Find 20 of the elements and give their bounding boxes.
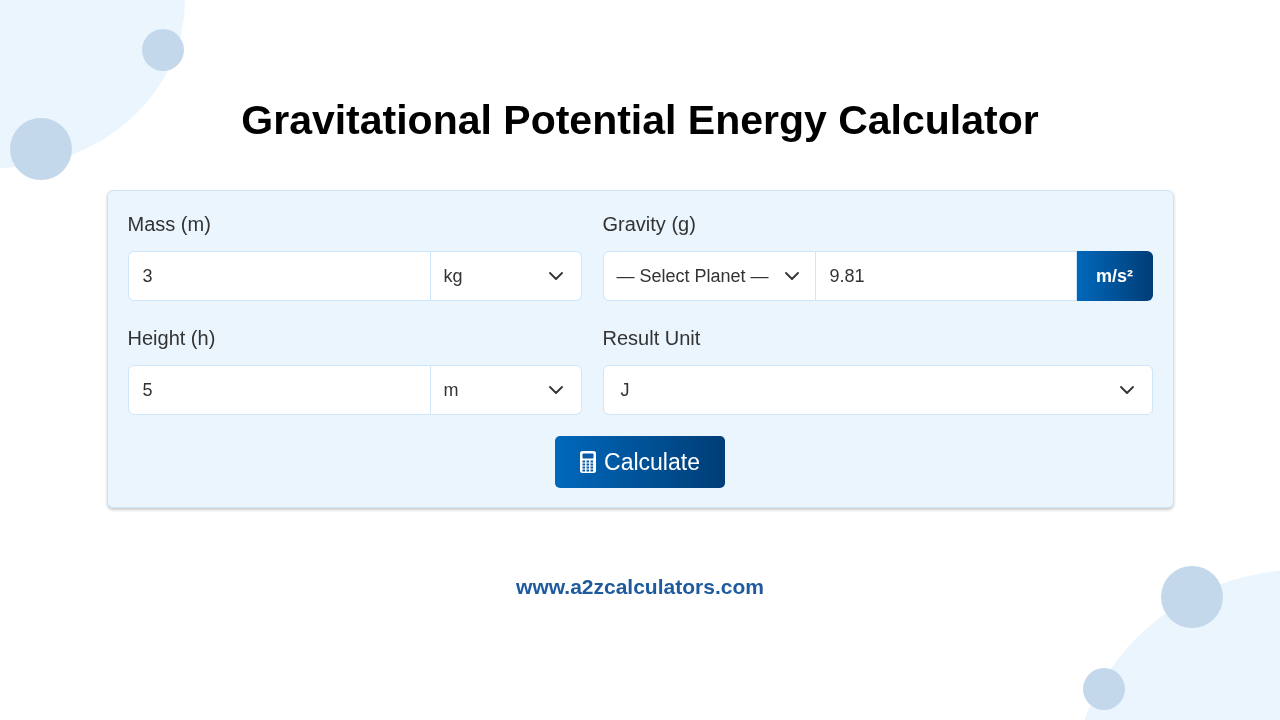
chevron-down-icon (1119, 386, 1134, 394)
calculate-button[interactable]: Calculate (555, 436, 725, 488)
value-input[interactable]: 9.81 (815, 251, 1077, 301)
value-input[interactable]: 3 (127, 251, 431, 301)
page-title: Gravitational Potential Energy Calculator (241, 96, 1039, 145)
unit-dropdown[interactable]: m (430, 365, 582, 415)
chevron-down-icon (548, 272, 563, 280)
field-label: Result Unit (602, 326, 701, 351)
calculator-icon (580, 451, 597, 473)
field-label: Mass (m) (127, 212, 211, 237)
unit-label: m/s² (1076, 251, 1153, 301)
value-input[interactable]: 5 (127, 365, 431, 415)
field-label: Gravity (g) (602, 212, 696, 237)
field-label: Height (h) (127, 326, 216, 351)
website-url: www.a2zcalculators.com (516, 574, 764, 600)
chevron-down-icon (548, 386, 563, 394)
chevron-down-icon (784, 272, 799, 280)
result-unit-dropdown[interactable]: J (602, 365, 1153, 415)
planet-dropdown[interactable]: — Select Planet — (602, 251, 816, 301)
unit-dropdown[interactable]: kg (430, 251, 582, 301)
